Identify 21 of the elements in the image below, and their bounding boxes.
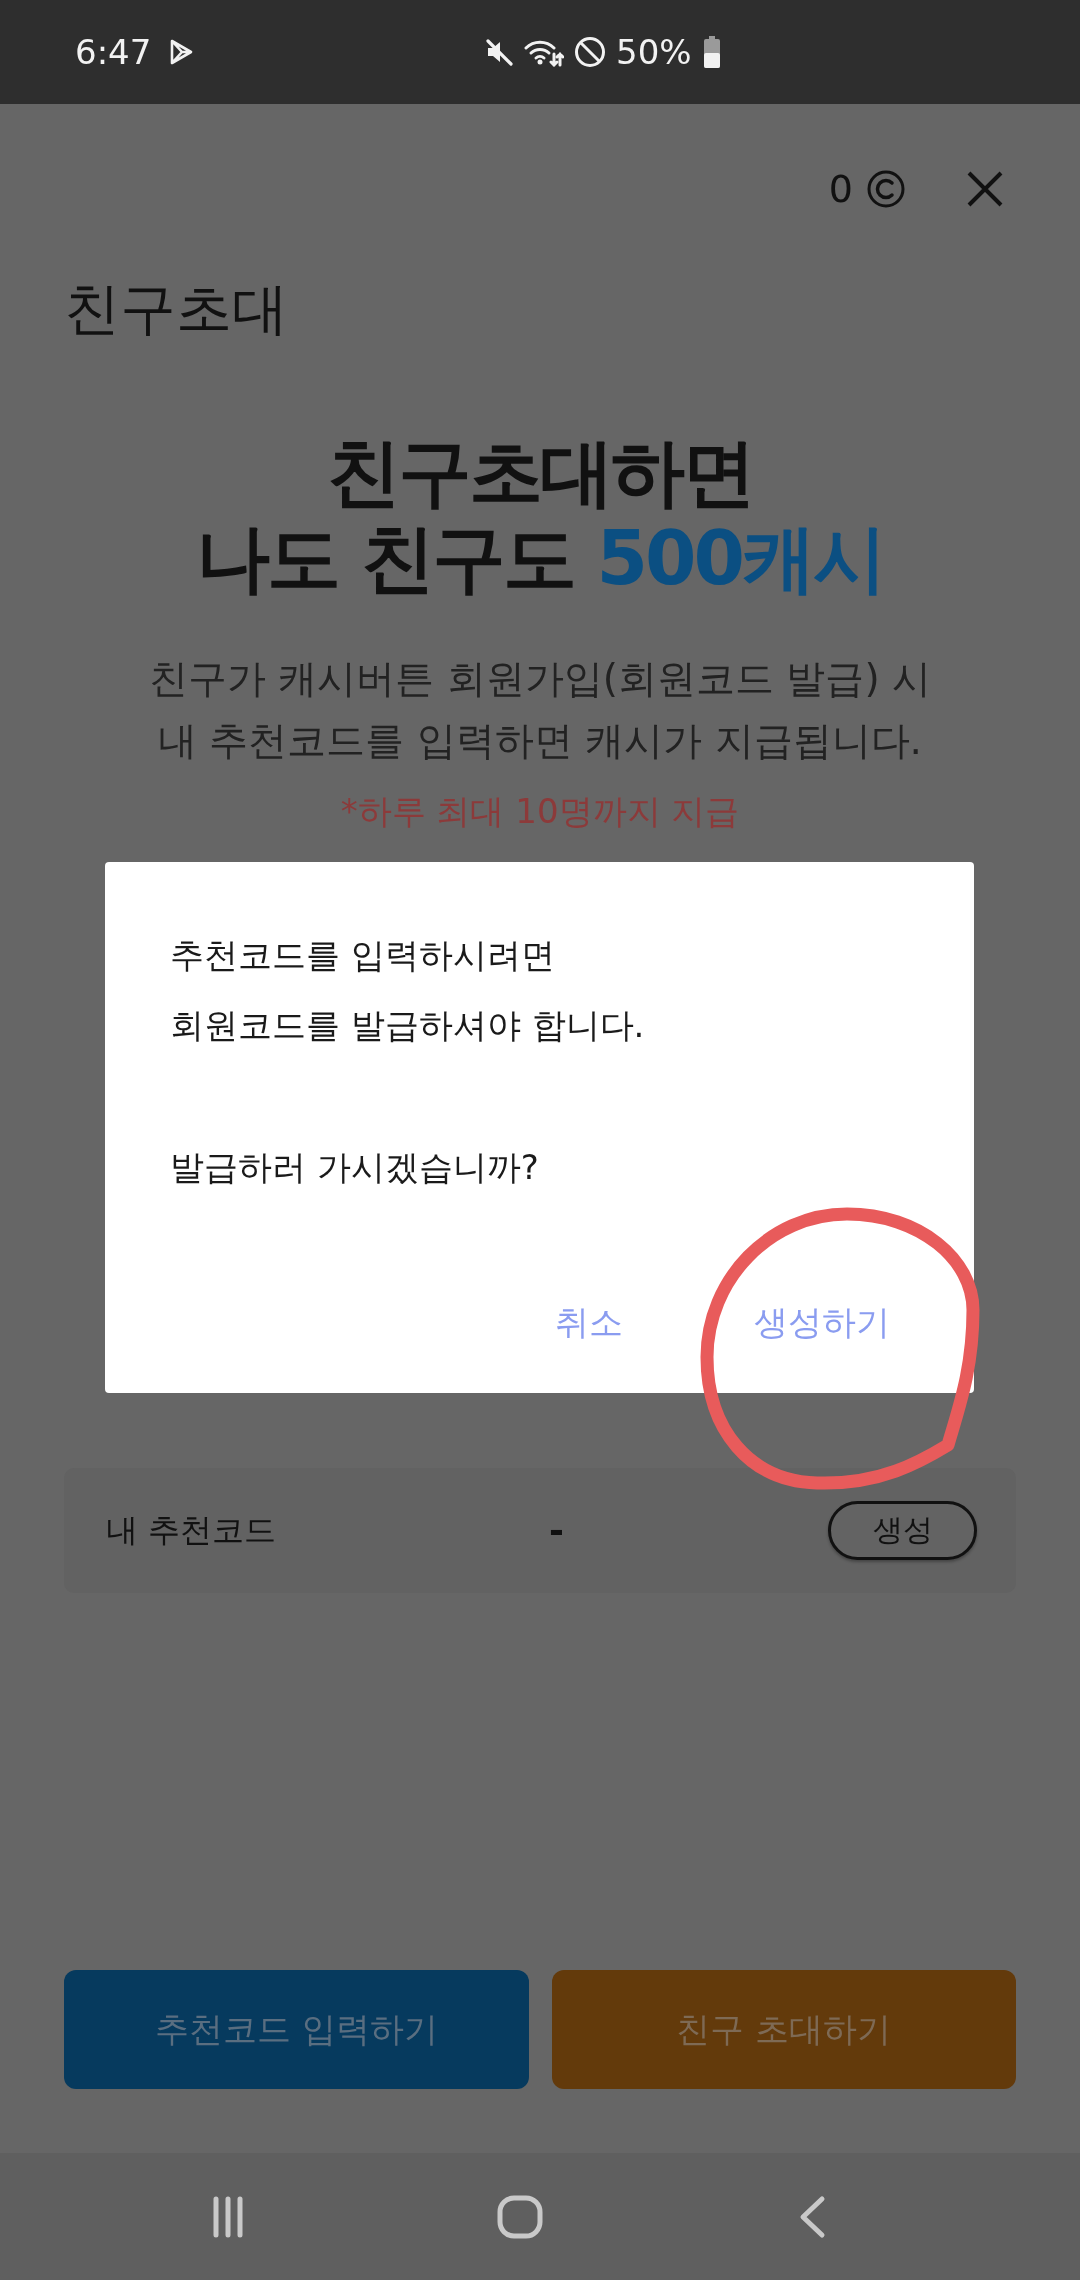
home-icon[interactable] [497, 2194, 543, 2239]
action-button[interactable]: 친구 초대하기 [551, 1970, 1016, 2089]
close-icon[interactable] [967, 171, 1003, 207]
description-text: 친구가 캐시버튼 회원가입(회원코드 발급) 시 내 추천코드를 입력하면 캐시가 지급됩니다. [149, 655, 931, 765]
circled-c-icon [867, 170, 905, 208]
page-title: 친구초대 [64, 275, 288, 342]
dialog-message: 발급하러 가시겠습니까? [170, 1146, 539, 1189]
battery-percent: 50% [616, 32, 692, 72]
mute-icon [484, 37, 514, 67]
referral-code-label: 내 추천코드 [106, 1509, 277, 1551]
referral-code-value: - [548, 1510, 564, 1551]
generate-button[interactable]: 생성 [828, 1501, 977, 1560]
dialog-button[interactable]: 취소 [531, 1283, 647, 1363]
dialog-button[interactable]: 생성하기 [730, 1283, 914, 1363]
battery-icon [701, 36, 722, 68]
block-icon [574, 36, 606, 68]
dialog-message: 추천코드를 입력하시려면 회원코드를 발급하셔야 합니다. [170, 934, 645, 1047]
action-button[interactable]: 추천코드 입력하기 [64, 1970, 529, 2089]
status-time: 6:47 [75, 32, 152, 72]
headline: 친구초대하면 나도 친구도 500캐시 [196, 429, 884, 601]
points-count: 0 [828, 167, 853, 211]
